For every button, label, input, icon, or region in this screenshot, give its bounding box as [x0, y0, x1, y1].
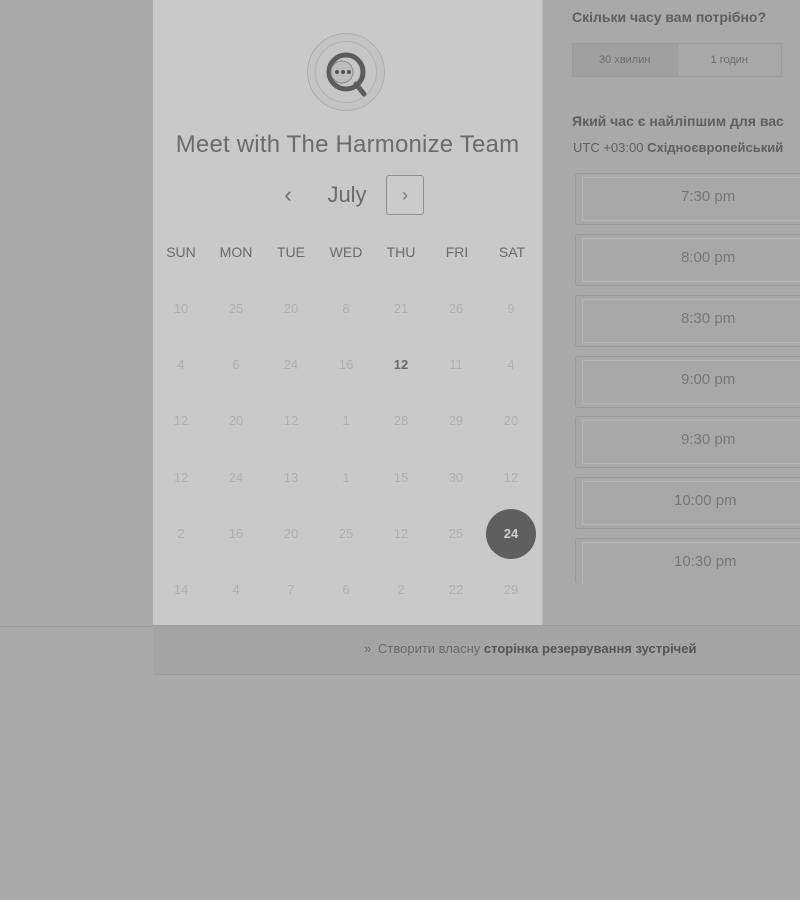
time-slot-label: 9:00 pm — [681, 371, 736, 388]
time-slot-label: 9:30 pm — [681, 431, 736, 448]
footer-text: Створити власну — [378, 641, 481, 656]
calendar-day[interactable]: 2 — [156, 509, 206, 559]
calendar-day[interactable]: 15 — [376, 453, 426, 503]
calendar-day[interactable]: 4 — [486, 340, 536, 390]
calendar-day[interactable]: 1 — [321, 453, 371, 503]
duration-option-1hour[interactable]: 1 годин — [677, 44, 781, 76]
calendar-day[interactable]: 20 — [486, 396, 536, 446]
footer-text-bold: сторінка резервування зустрічей — [483, 641, 697, 656]
duration-toggle: 30 хвилин 1 годин — [572, 43, 782, 77]
calendar-day[interactable]: 12 — [156, 453, 206, 503]
calendar-day[interactable]: 13 — [266, 453, 316, 503]
weekday-tue: TUE — [277, 244, 305, 260]
time-slot[interactable]: 9:00 pm — [575, 356, 800, 408]
calendar-day[interactable]: 9 — [486, 284, 536, 334]
time-slot[interactable]: 8:00 pm — [575, 234, 800, 286]
time-slot[interactable]: 10:00 pm — [575, 477, 800, 529]
duration-option-30min[interactable]: 30 хвилин — [573, 44, 678, 76]
booking-page: Meet with The Harmonize Team ‹ July › SU… — [0, 0, 800, 900]
best-time-question: Який час є найліпшим для вас — [572, 113, 784, 129]
time-slot-label: 10:00 pm — [674, 492, 737, 509]
calendar-day[interactable]: 24 — [266, 340, 316, 390]
calendar-day[interactable]: 10 — [156, 284, 206, 334]
weekday-sun: SUN — [166, 244, 196, 260]
weekday-fri: FRI — [445, 244, 469, 260]
calendar-day[interactable]: 6 — [321, 565, 371, 615]
calendar-day[interactable]: 24 — [211, 453, 261, 503]
weekday-thu: THU — [386, 244, 416, 260]
calendar-day[interactable]: 12 — [376, 340, 426, 390]
calendar-day[interactable]: 6 — [211, 340, 261, 390]
calendar-day[interactable]: 22 — [431, 565, 481, 615]
calendar-day[interactable]: 11 — [431, 340, 481, 390]
timezone-offset: UTC +03:00 — [573, 140, 644, 155]
prev-month-button[interactable]: ‹ — [276, 180, 300, 210]
calendar-day[interactable]: 14 — [156, 565, 206, 615]
create-booking-page-link[interactable]: » Створити власну сторінка резервування з… — [364, 641, 696, 656]
calendar-day-selected[interactable]: 24 — [486, 509, 536, 559]
calendar-day[interactable]: 7 — [266, 565, 316, 615]
calendar-day[interactable]: 1 — [321, 396, 371, 446]
next-month-button[interactable]: › — [386, 175, 424, 215]
duration-question: Скільки часу вам потрібно? — [572, 9, 767, 25]
calendar-day[interactable]: 12 — [156, 396, 206, 446]
time-slot[interactable]: 10:30 pm — [575, 538, 800, 584]
calendar-day[interactable]: 30 — [431, 453, 481, 503]
calendar-day[interactable]: 20 — [266, 509, 316, 559]
time-slot-label: 8:00 pm — [681, 249, 736, 266]
calendar-day[interactable]: 16 — [321, 340, 371, 390]
time-slot-label: 10:30 pm — [674, 553, 737, 570]
month-label: July — [327, 182, 367, 207]
calendar-day[interactable]: 21 — [376, 284, 426, 334]
calendar-day[interactable]: 12 — [486, 453, 536, 503]
chat-logo-icon — [315, 41, 377, 103]
calendar-day[interactable]: 29 — [431, 396, 481, 446]
timezone-name: Східноєвропейський — [647, 140, 784, 155]
calendar-day[interactable]: 12 — [266, 396, 316, 446]
time-slot[interactable]: 9:30 pm — [575, 416, 800, 468]
calendar-day[interactable]: 25 — [431, 509, 481, 559]
time-slot-label: 7:30 pm — [681, 188, 736, 205]
team-avatar — [307, 33, 385, 111]
calendar-day[interactable]: 16 — [211, 509, 261, 559]
weekday-wed: WED — [329, 244, 363, 260]
time-slot[interactable]: 7:30 pm — [575, 173, 800, 225]
calendar-day[interactable]: 26 — [431, 284, 481, 334]
calendar-day[interactable]: 28 — [376, 396, 426, 446]
calendar-day[interactable]: 29 — [486, 565, 536, 615]
time-slot[interactable]: 8:30 pm — [575, 295, 800, 347]
calendar-day[interactable]: 4 — [211, 565, 261, 615]
calendar-day[interactable]: 20 — [211, 396, 261, 446]
page-title: Meet with The Harmonize Team — [175, 131, 520, 158]
calendar-day[interactable]: 8 — [321, 284, 371, 334]
calendar-day[interactable]: 25 — [321, 509, 371, 559]
weekday-sat: SAT — [498, 244, 526, 260]
timezone-label[interactable]: UTC +03:00 Східноєвропейський — [573, 140, 783, 155]
calendar-day[interactable]: 12 — [376, 509, 426, 559]
calendar-day[interactable]: 2 — [376, 565, 426, 615]
calendar-day[interactable]: 4 — [156, 340, 206, 390]
calendar-day[interactable]: 25 — [211, 284, 261, 334]
time-slot-label: 8:30 pm — [681, 310, 736, 327]
weekday-mon: MON — [219, 244, 253, 260]
calendar-day[interactable]: 20 — [266, 284, 316, 334]
double-chevron-icon: » — [364, 641, 372, 656]
